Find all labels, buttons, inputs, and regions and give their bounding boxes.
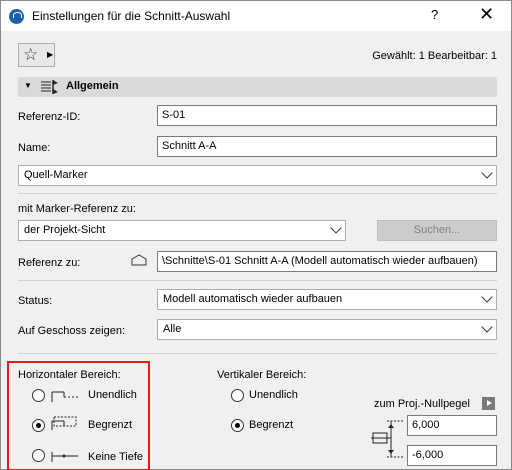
horizontal-range-title: Horizontaler Bereich: — [18, 369, 121, 381]
source-marker-value: Quell-Marker — [24, 169, 88, 181]
reference-level-button[interactable] — [482, 397, 495, 410]
divider — [18, 280, 497, 281]
vertical-bottom-input[interactable]: -6,000 — [407, 445, 497, 466]
reference-id-input[interactable]: S-01 — [157, 105, 497, 126]
chevron-down-icon — [481, 291, 493, 303]
marker-reference-value: der Projekt-Sicht — [24, 224, 106, 236]
section-marker-icon — [41, 80, 58, 94]
chevron-down-icon — [330, 222, 342, 234]
chevron-down-icon — [481, 167, 493, 179]
reference-to-field: \Schnitte\S-01 Schnitt A-A (Modell autom… — [157, 251, 497, 272]
horizontal-unlimited-label: Unendlich — [88, 389, 137, 401]
vertical-top-input[interactable]: 6,000 — [407, 415, 497, 436]
settings-dialog: Einstellungen für die Schnitt-Auswahl ? … — [0, 0, 512, 470]
collapse-triangle-icon[interactable]: ▼ — [24, 81, 32, 90]
reference-to-label: Referenz zu: — [18, 257, 81, 269]
selection-count: Gewählt: 1 Bearbeitbar: 1 — [372, 50, 497, 62]
horizontal-limited-label: Begrenzt — [88, 419, 133, 431]
star-icon: ☆ — [23, 45, 39, 64]
nullpegel-label: zum Proj.-Nullpegel — [374, 398, 470, 410]
status-select[interactable]: Modell automatisch wieder aufbauen — [157, 289, 497, 310]
marker-reference-label: mit Marker-Referenz zu: — [18, 203, 136, 215]
section-title: Allgemein — [66, 80, 119, 92]
marker-reference-select[interactable]: der Projekt-Sicht — [18, 220, 346, 241]
help-button[interactable]: ? — [431, 7, 438, 22]
divider — [18, 353, 497, 354]
horizontal-unlimited-radio[interactable] — [32, 389, 45, 402]
triangle-right-icon: ▶ — [47, 50, 54, 59]
depth-none-icon — [51, 452, 78, 462]
name-input[interactable]: Schnitt A-A — [157, 136, 497, 157]
horizontal-no-depth-radio[interactable] — [32, 449, 45, 462]
story-label: Auf Geschoss zeigen: — [18, 325, 126, 337]
divider — [18, 193, 497, 194]
horizontal-no-depth-label: Keine Tiefe — [88, 451, 144, 463]
vertical-limited-radio[interactable] — [231, 419, 244, 432]
status-value: Modell automatisch wieder aufbauen — [163, 293, 343, 305]
story-select[interactable]: Alle — [157, 319, 497, 340]
vertical-range-icon — [371, 420, 403, 458]
vertical-range-title: Vertikaler Bereich: — [217, 369, 307, 381]
vertical-unlimited-label: Unendlich — [249, 389, 298, 401]
app-icon — [9, 9, 24, 24]
title-bar: Einstellungen für die Schnitt-Auswahl ? … — [1, 1, 511, 31]
source-marker-select[interactable]: Quell-Marker — [18, 165, 497, 186]
search-button[interactable]: Suchen... — [377, 220, 497, 241]
reference-id-label: Referenz-ID: — [18, 111, 81, 123]
story-value: Alle — [163, 323, 182, 335]
chevron-down-icon — [481, 321, 493, 333]
horizontal-limited-radio[interactable] — [32, 419, 45, 432]
vertical-unlimited-radio[interactable] — [231, 389, 244, 402]
section-header-general[interactable]: ▼ Allgemein — [18, 77, 497, 97]
name-label: Name: — [18, 142, 51, 154]
favorites-button[interactable]: ☆ ▶ — [18, 43, 55, 67]
window-title: Einstellungen für die Schnitt-Auswahl — [32, 9, 231, 23]
status-label: Status: — [18, 295, 53, 307]
vertical-limited-label: Begrenzt — [249, 419, 294, 431]
house-icon — [131, 254, 147, 266]
depth-unlimited-icon — [51, 391, 78, 402]
depth-limited-icon — [51, 416, 77, 430]
close-button[interactable]: ✕ — [479, 4, 494, 25]
